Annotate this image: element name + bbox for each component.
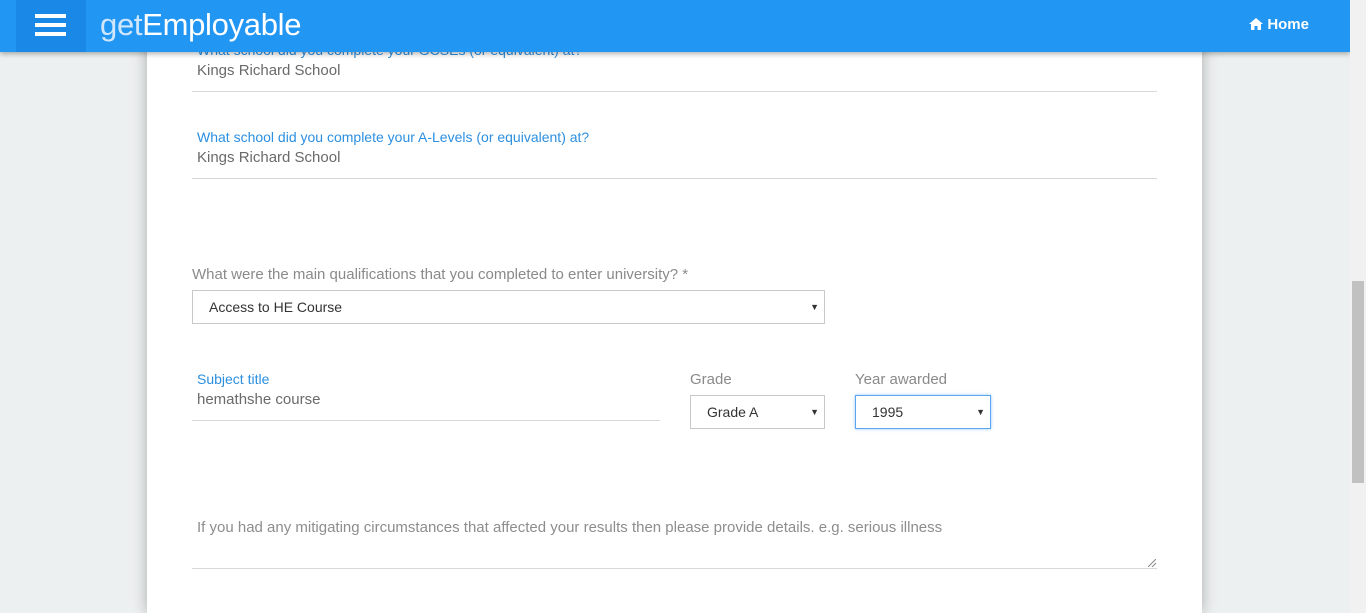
chevron-down-icon: ▼ [810,407,819,417]
mitigating-placeholder: If you had any mitigating circumstances … [197,519,943,536]
grade-select[interactable]: Grade A ▼ [690,395,825,429]
brand-logo[interactable]: getEmployable [100,7,301,43]
year-awarded-select[interactable]: 1995 ▼ [855,395,991,429]
gcse-school-underline [192,91,1157,92]
subject-title-underline [192,420,660,421]
grade-selected-value: Grade A [707,404,759,420]
alevel-school-label: What school did you complete your A-Leve… [197,129,590,145]
top-navbar: getEmployable Home [0,0,1350,52]
home-label: Home [1267,16,1309,33]
subject-title-label: Subject title [197,371,270,387]
home-icon [1249,18,1264,30]
qualifications-select[interactable]: Access to HE Course ▼ [192,290,825,324]
chevron-down-icon: ▼ [976,407,985,417]
scrollbar-thumb[interactable] [1352,281,1364,483]
mitigating-circumstances-textarea[interactable]: If you had any mitigating circumstances … [192,505,1157,569]
gcse-school-input[interactable]: Kings Richard School [197,62,340,79]
qualifications-label: What were the main qualifications that y… [192,266,689,283]
chevron-down-icon: ▼ [810,302,819,312]
year-selected-value: 1995 [872,404,904,420]
home-link[interactable]: Home [1249,16,1309,33]
page-scrollbar[interactable] [1350,0,1366,613]
grade-label: Grade [690,371,732,388]
brand-main: Employable [142,7,302,42]
alevel-school-input[interactable]: Kings Richard School [197,149,340,166]
subject-title-input[interactable]: hemathshe course [197,391,320,408]
brand-prefix: get [100,7,143,42]
menu-button[interactable] [16,0,86,52]
year-awarded-label: Year awarded [855,371,948,388]
qualifications-selected-value: Access to HE Course [209,299,343,315]
alevel-school-underline [192,178,1157,179]
resize-grip-icon[interactable] [1148,559,1156,567]
